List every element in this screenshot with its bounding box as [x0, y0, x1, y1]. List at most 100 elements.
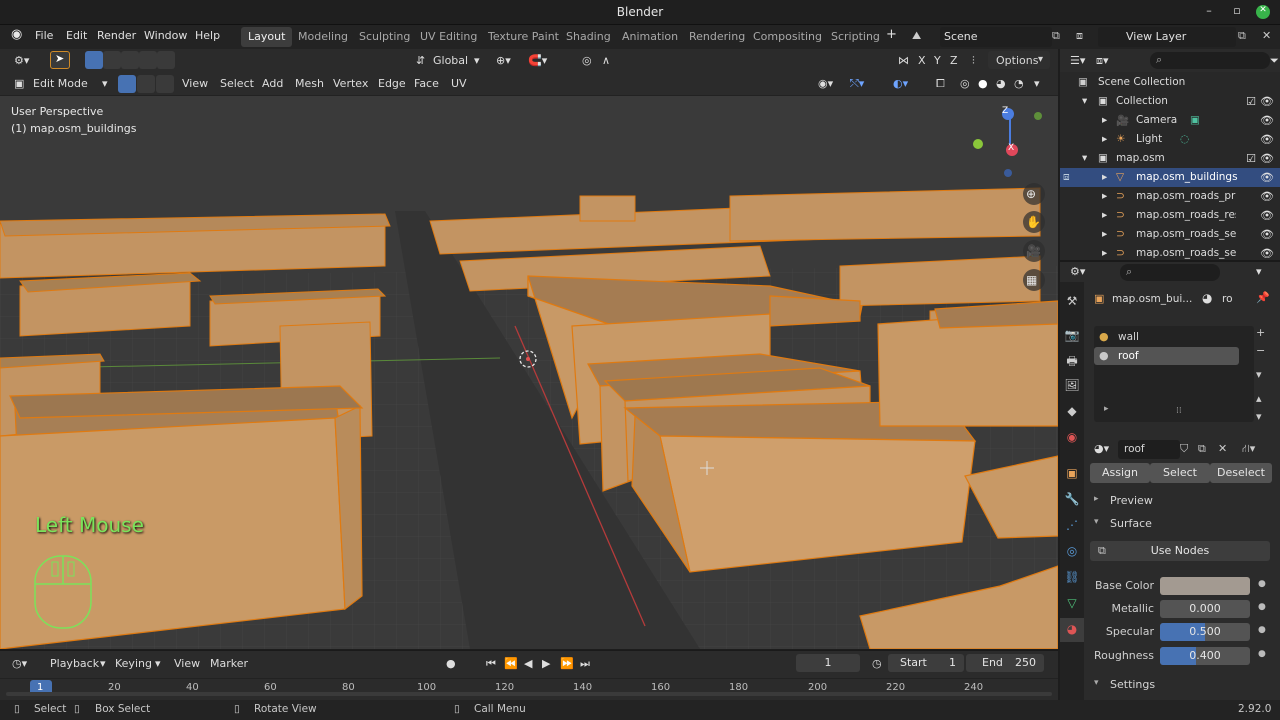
minimize-button[interactable]: –	[1200, 4, 1218, 20]
tab-layout[interactable]: Layout	[241, 27, 293, 47]
select-button[interactable]: Select	[1150, 463, 1210, 483]
camera-data-icon[interactable]: ▣	[1190, 114, 1200, 126]
settings-panel-header[interactable]: ▾ Settings	[1084, 674, 1280, 696]
expand-arrow-icon[interactable]: ▾	[1082, 152, 1087, 164]
use-nodes-button[interactable]: ⧉ Use Nodes	[1090, 541, 1270, 561]
outliner-row-roads-prim[interactable]: ▸ ⊃ map.osm_roads_prim 👁	[1060, 187, 1280, 206]
outliner-search-input[interactable]: ⌕	[1150, 52, 1270, 69]
menu-edge[interactable]: Edge	[378, 77, 406, 90]
end-frame-field[interactable]: End 250	[966, 654, 1044, 672]
tab-rendering[interactable]: Rendering	[682, 27, 752, 47]
outliner-row-collection[interactable]: ▾ ▣ Collection ☑ 👁	[1060, 92, 1280, 111]
duplicate-scene-icon[interactable]: ⧉	[1052, 29, 1060, 43]
material-shading-icon[interactable]: ◕	[996, 77, 1006, 90]
unlink-material-icon[interactable]: ✕	[1218, 442, 1227, 455]
transform-orientation-dropdown[interactable]: Global	[433, 54, 468, 67]
specular-field[interactable]: 0.500	[1160, 623, 1250, 641]
constraints-tab-icon[interactable]: ⛓	[1064, 570, 1080, 586]
axis-x-toggle[interactable]: X	[918, 54, 926, 67]
view-layer-selector[interactable]: View Layer	[1098, 27, 1236, 47]
outliner-row-scene-collection[interactable]: ▣ Scene Collection	[1060, 73, 1280, 92]
duplicate-material-icon[interactable]: ⧉	[1198, 442, 1206, 456]
wireframe-shading-icon[interactable]: ◎	[960, 77, 970, 90]
3d-viewport[interactable]: User Perspective (1) map.osm_buildings L…	[0, 96, 1058, 649]
outliner-row-roads-resi[interactable]: ▸ ⊃ map.osm_roads_resi 👁	[1060, 206, 1280, 225]
expand-arrow-icon[interactable]: ▸	[1102, 209, 1107, 221]
roughness-field[interactable]: 0.400	[1160, 647, 1250, 665]
expand-arrow-icon[interactable]: ▸	[1104, 404, 1109, 414]
chevron-down-icon[interactable]: ▾	[1034, 77, 1040, 90]
display-mode-icon[interactable]: ⧈▾	[1096, 54, 1109, 68]
play-reverse-icon[interactable]: ◀	[524, 657, 532, 670]
tab-animation[interactable]: Animation	[615, 27, 685, 47]
visibility-icon[interactable]: ◉▾	[818, 77, 833, 90]
view-layer-tab-icon[interactable]: 🖼	[1064, 378, 1080, 394]
options-dropdown[interactable]: Options ▾	[988, 51, 1050, 69]
overlays-icon[interactable]: ◐▾	[893, 77, 908, 90]
keyframe-dot-icon[interactable]: ●	[1258, 625, 1266, 635]
modifier-tab-icon[interactable]: 🔧	[1064, 492, 1080, 508]
close-button[interactable]: ✕	[1256, 5, 1270, 19]
duplicate-view-layer-icon[interactable]: ⧉	[1238, 29, 1246, 43]
menu-file[interactable]: File	[35, 29, 53, 42]
jump-end-icon[interactable]: ⏭	[580, 657, 590, 671]
eye-icon[interactable]: 👁	[1260, 209, 1274, 222]
remove-slot-icon[interactable]: −	[1256, 344, 1265, 357]
solid-shading-icon[interactable]: ●	[978, 77, 988, 90]
outliner-row-roads-seco[interactable]: ▸ ⊃ map.osm_roads_seco 👁	[1060, 225, 1280, 244]
chevron-down-icon[interactable]: ▾	[1256, 265, 1262, 278]
pan-hand-icon[interactable]: ✋	[1026, 215, 1041, 229]
expand-arrow-icon[interactable]: ▸	[1102, 247, 1107, 259]
outliner-row-light[interactable]: ▸ ☀ Light ◌ 👁	[1060, 130, 1280, 149]
menu-playback[interactable]: Playback	[50, 657, 99, 670]
xray-icon[interactable]: ⧠	[936, 77, 945, 91]
outliner-editor-icon[interactable]: ☰▾	[1070, 54, 1085, 67]
keyframe-dot-icon[interactable]: ●	[1258, 649, 1266, 659]
physics-tab-icon[interactable]: ◎	[1064, 544, 1080, 560]
perspective-toggle-icon[interactable]: ▦	[1026, 273, 1037, 287]
select-mode-intersect-button[interactable]	[157, 51, 175, 69]
editor-type-icon[interactable]: ⚙▾	[14, 54, 29, 67]
tab-modeling[interactable]: Modeling	[291, 27, 355, 47]
assign-button[interactable]: Assign	[1090, 463, 1150, 483]
next-keyframe-icon[interactable]: ⏩	[560, 657, 574, 670]
menu-marker[interactable]: Marker	[210, 657, 248, 670]
add-slot-icon[interactable]: +	[1256, 326, 1265, 339]
scene-selector[interactable]: Scene	[940, 27, 1052, 47]
menu-uv[interactable]: UV	[451, 77, 467, 90]
fake-user-icon[interactable]: ⛉	[1180, 442, 1188, 456]
checkbox-icon[interactable]: ☑	[1246, 95, 1256, 108]
eye-icon[interactable]: 👁	[1260, 190, 1274, 203]
menu-view[interactable]: View	[182, 77, 208, 90]
snap-icon[interactable]: 🧲▾	[528, 54, 547, 67]
menu-vertex[interactable]: Vertex	[333, 77, 368, 90]
metallic-field[interactable]: 0.000	[1160, 600, 1250, 618]
proportional-edit-icon[interactable]: ◎	[582, 54, 592, 67]
expand-arrow-icon[interactable]: ▸	[1102, 133, 1107, 145]
world-tab-icon[interactable]: ◉	[1064, 430, 1080, 446]
keyframe-dot-icon[interactable]: ●	[1258, 579, 1266, 589]
menu-mesh[interactable]: Mesh	[295, 77, 324, 90]
eye-icon[interactable]: 👁	[1260, 228, 1274, 241]
deselect-button[interactable]: Deselect	[1210, 463, 1272, 483]
rendered-shading-icon[interactable]: ◔	[1014, 77, 1024, 90]
outliner-row-roads-serv[interactable]: ▸ ⊃ map.osm_roads_serv 👁	[1060, 244, 1280, 260]
tab-sculpting[interactable]: Sculpting	[352, 27, 417, 47]
resize-handle-icon[interactable]: ⁞⁞	[1176, 406, 1182, 416]
menu-add[interactable]: Add	[262, 77, 283, 90]
tab-compositing[interactable]: Compositing	[746, 27, 829, 47]
menu-select[interactable]: Select	[220, 77, 254, 90]
eye-icon[interactable]: 👁	[1260, 152, 1274, 165]
eye-icon[interactable]: 👁	[1260, 114, 1274, 127]
eye-icon[interactable]: 👁	[1260, 171, 1274, 184]
material-browse-icon[interactable]: ◕▾	[1094, 442, 1109, 455]
menu-keying[interactable]: Keying	[115, 657, 152, 670]
axis-z-toggle[interactable]: Z	[950, 54, 958, 67]
vertex-select-mode-button[interactable]	[118, 75, 136, 93]
menu-edit[interactable]: Edit	[66, 29, 87, 42]
falloff-icon[interactable]: ∧	[602, 54, 610, 67]
eye-icon[interactable]: 👁	[1260, 133, 1274, 146]
timeline-scrollbar[interactable]	[6, 692, 1052, 696]
material-name-field[interactable]: roof	[1118, 440, 1180, 459]
blender-logo-icon[interactable]: ◉	[11, 27, 22, 42]
